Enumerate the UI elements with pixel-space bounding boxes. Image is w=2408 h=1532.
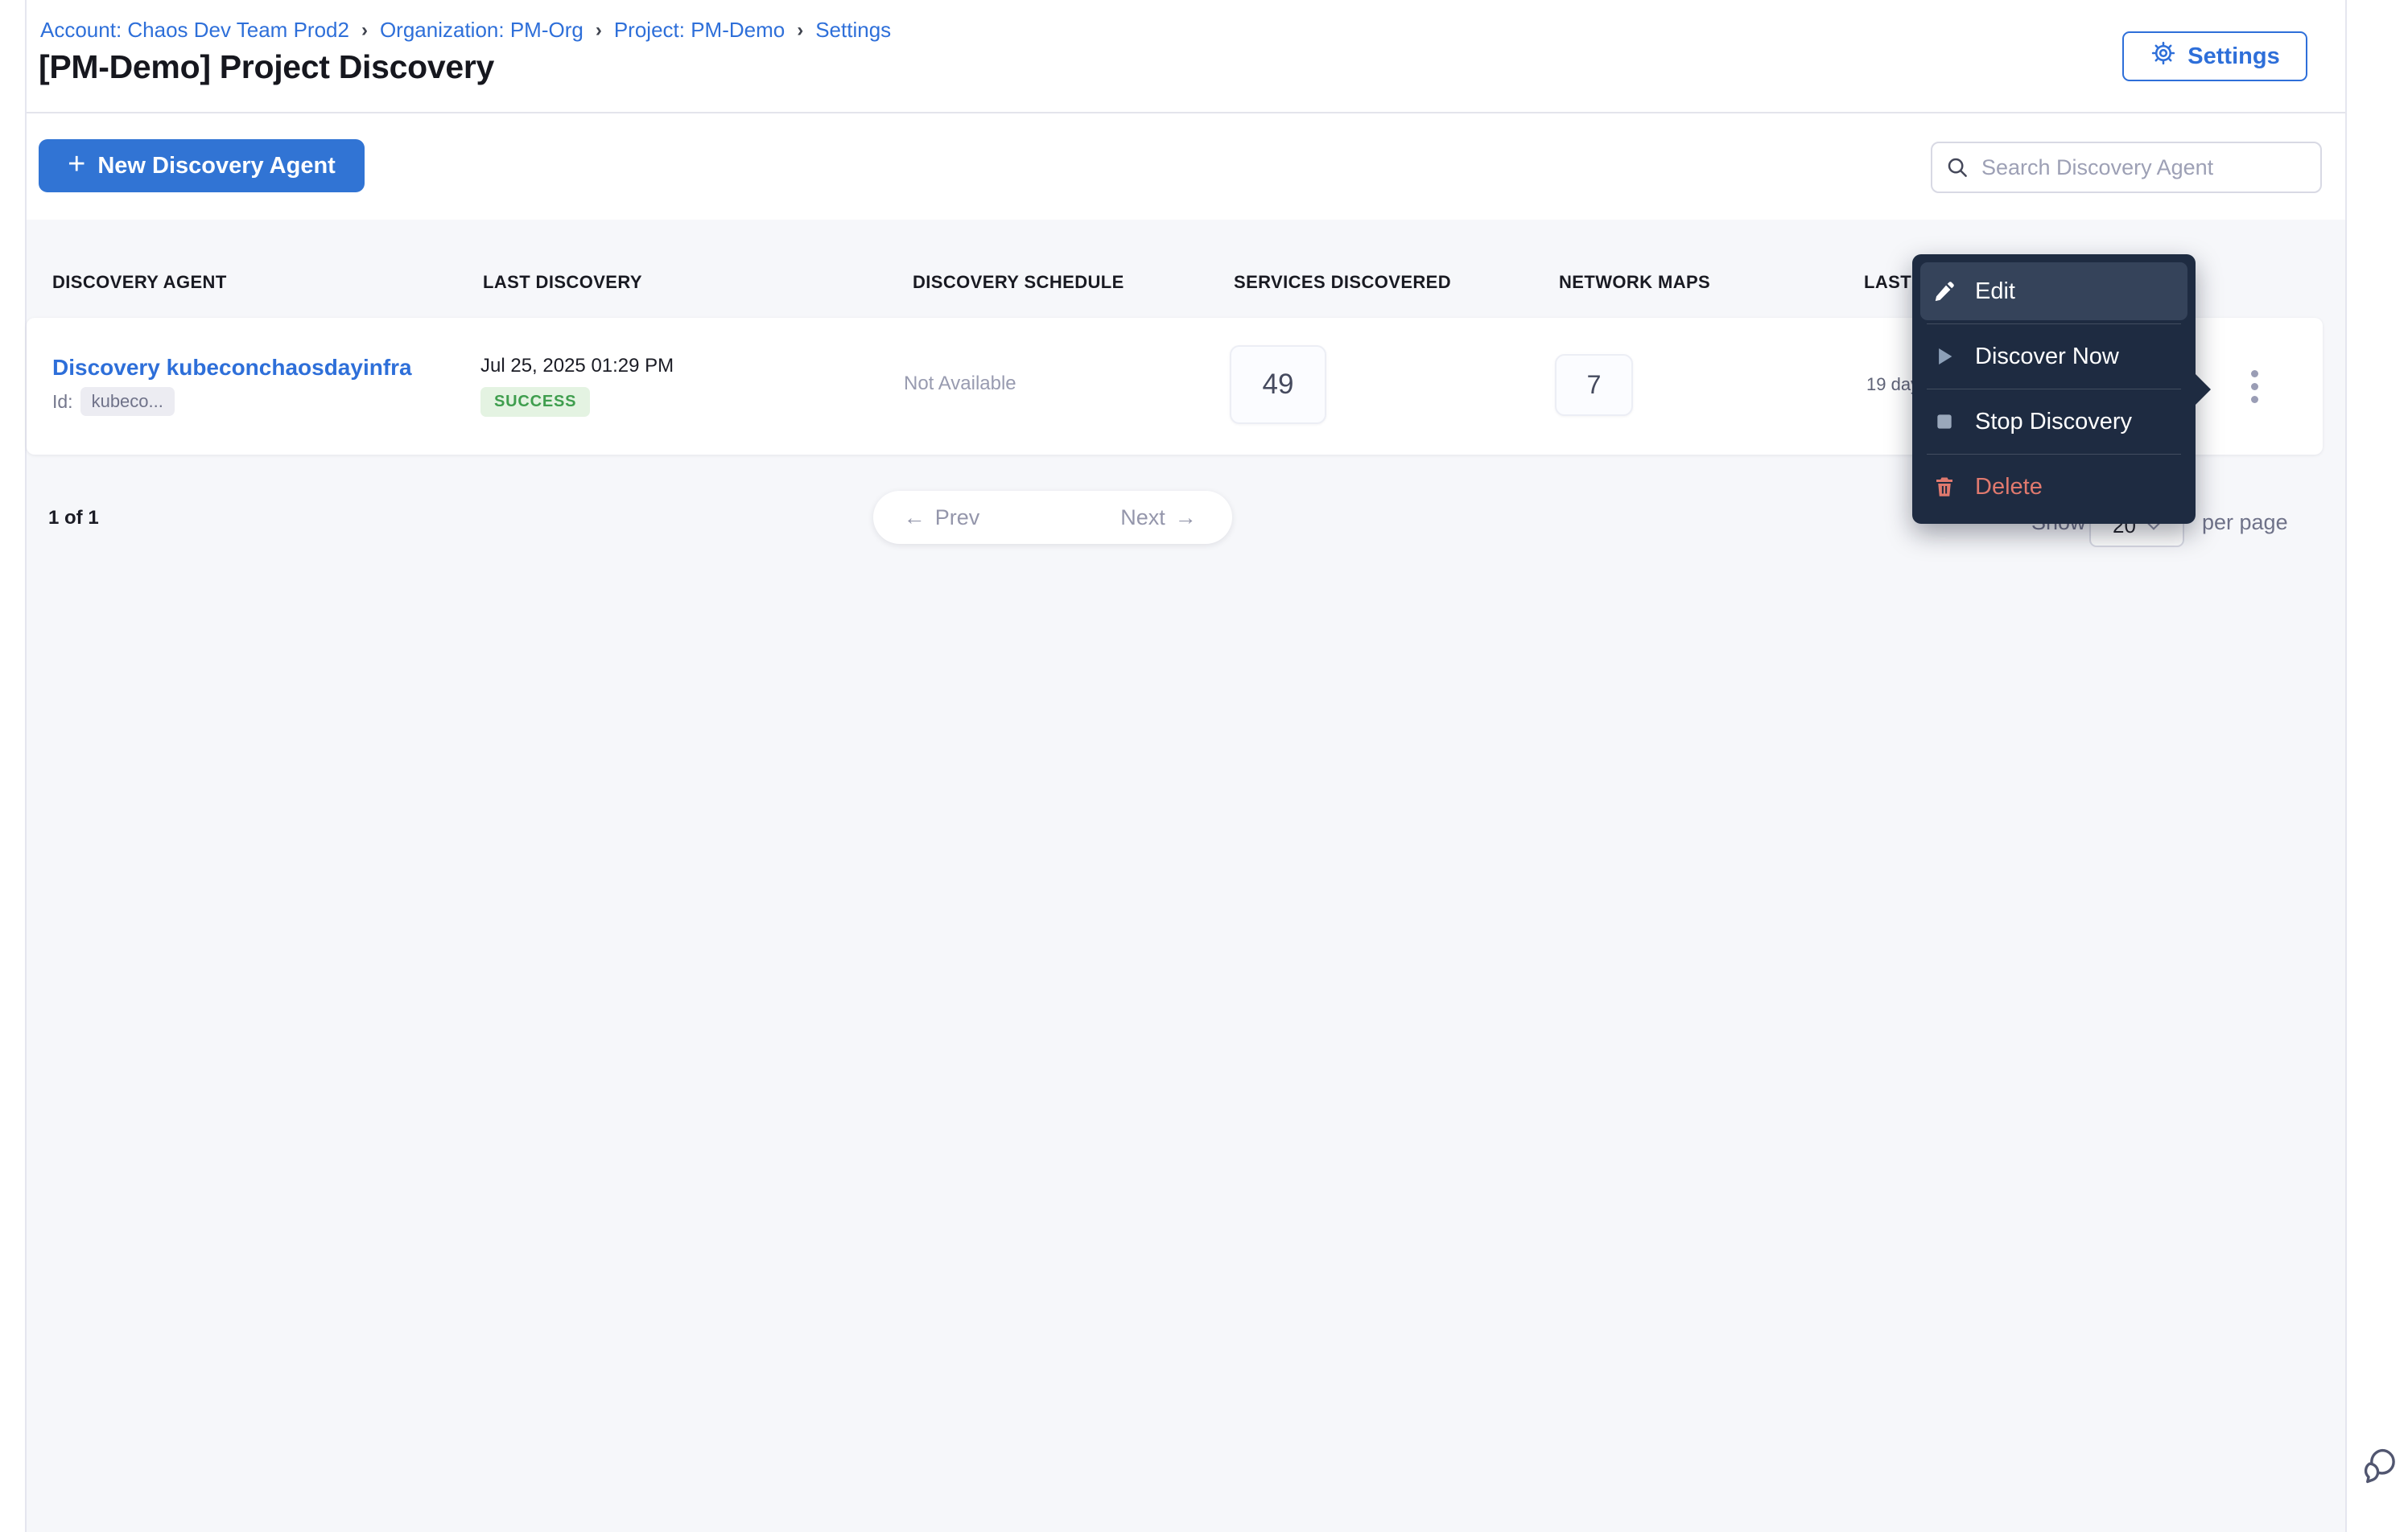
network-maps-count: 7 [1555, 354, 1633, 416]
breadcrumb-organization-link[interactable]: Organization: PM-Org [380, 18, 583, 43]
stop-icon [1932, 411, 1957, 432]
search-input[interactable] [1980, 154, 2307, 181]
pagination-pill: ← Prev 1 Next → [873, 491, 1232, 544]
column-header-last: LAST [1864, 272, 1912, 292]
settings-button-label: Settings [2187, 43, 2280, 69]
pagination-summary: 1 of 1 [48, 507, 99, 529]
chat-bubbles-icon[interactable] [2356, 1443, 2400, 1487]
search-icon [1945, 155, 1969, 179]
project-discovery-page: Account: Chaos Dev Team Prod2 › Organiza… [0, 0, 2408, 1532]
agent-id: Id: kubeco... [52, 387, 175, 416]
column-header-discovery-schedule: DISCOVERY SCHEDULE [913, 272, 1124, 292]
menu-caret [2195, 373, 2211, 406]
agent-id-label: Id: [52, 390, 73, 412]
breadcrumb-separator: › [361, 19, 368, 41]
breadcrumb: Account: Chaos Dev Team Prod2 › Organiza… [40, 18, 891, 43]
new-discovery-agent-button[interactable]: + New Discovery Agent [39, 139, 365, 192]
next-label: Next [1120, 504, 1165, 529]
breadcrumb-project-link[interactable]: Project: PM-Demo [614, 18, 785, 43]
gear-icon [2150, 39, 2177, 73]
header-divider [27, 112, 2345, 113]
breadcrumb-settings-link[interactable]: Settings [815, 18, 891, 43]
menu-item-edit-label: Edit [1975, 278, 2015, 304]
pencil-icon [1932, 279, 1957, 303]
breadcrumb-separator: › [595, 19, 602, 41]
next-page-button[interactable]: Next → [1085, 491, 1232, 544]
play-icon [1932, 344, 1957, 369]
discovery-agent-name-link[interactable]: Discovery kubeconchaosdayinfra [52, 355, 412, 381]
row-actions-menu: Edit Discover Now Stop Discovery Delete [1912, 254, 2211, 524]
column-header-network-maps: NETWORK MAPS [1559, 272, 1711, 292]
last-discovery-date: Jul 25, 2025 01:29 PM [480, 355, 674, 377]
column-header-discovery-agent: DISCOVERY AGENT [52, 272, 227, 292]
menu-item-edit[interactable]: Edit [1920, 262, 2187, 320]
page-title: [PM-Demo] Project Discovery [39, 48, 495, 85]
status-badge: SUCCESS [480, 387, 591, 417]
menu-item-stop-discovery[interactable]: Stop Discovery [1920, 393, 2187, 451]
page-number-button[interactable]: 1 [1010, 491, 1085, 544]
column-header-services-discovered: SERVICES DISCOVERED [1234, 272, 1452, 292]
row-actions-kebab-button[interactable] [2228, 356, 2281, 416]
menu-item-discover-now-label: Discover Now [1975, 343, 2119, 369]
menu-item-discover-now[interactable]: Discover Now [1920, 327, 2187, 385]
breadcrumb-separator: › [797, 19, 804, 41]
trash-icon [1932, 475, 1957, 499]
search-box[interactable] [1931, 142, 2322, 193]
menu-divider [1927, 323, 2181, 324]
new-discovery-agent-label: New Discovery Agent [97, 152, 336, 179]
discovery-schedule-value: Not Available [904, 373, 1016, 394]
prev-label: Prev [934, 504, 980, 529]
prev-arrow-icon: ← [903, 504, 926, 529]
column-header-last-discovery: LAST DISCOVERY [483, 272, 642, 292]
prev-page-button[interactable]: ← Prev [873, 491, 1010, 544]
agent-id-value-chip: kubeco... [80, 387, 175, 416]
per-page-label: per page [2202, 510, 2288, 534]
breadcrumb-account-link[interactable]: Account: Chaos Dev Team Prod2 [40, 18, 349, 43]
menu-item-delete[interactable]: Delete [1920, 458, 2187, 516]
next-arrow-icon: → [1174, 504, 1197, 529]
services-discovered-count: 49 [1230, 345, 1326, 424]
menu-item-delete-label: Delete [1975, 473, 2043, 500]
plus-icon: + [68, 147, 86, 181]
menu-item-stop-discovery-label: Stop Discovery [1975, 408, 2133, 434]
settings-button[interactable]: Settings [2122, 31, 2307, 81]
right-edge-divider [2345, 0, 2347, 1532]
menu-divider [1927, 454, 2181, 455]
